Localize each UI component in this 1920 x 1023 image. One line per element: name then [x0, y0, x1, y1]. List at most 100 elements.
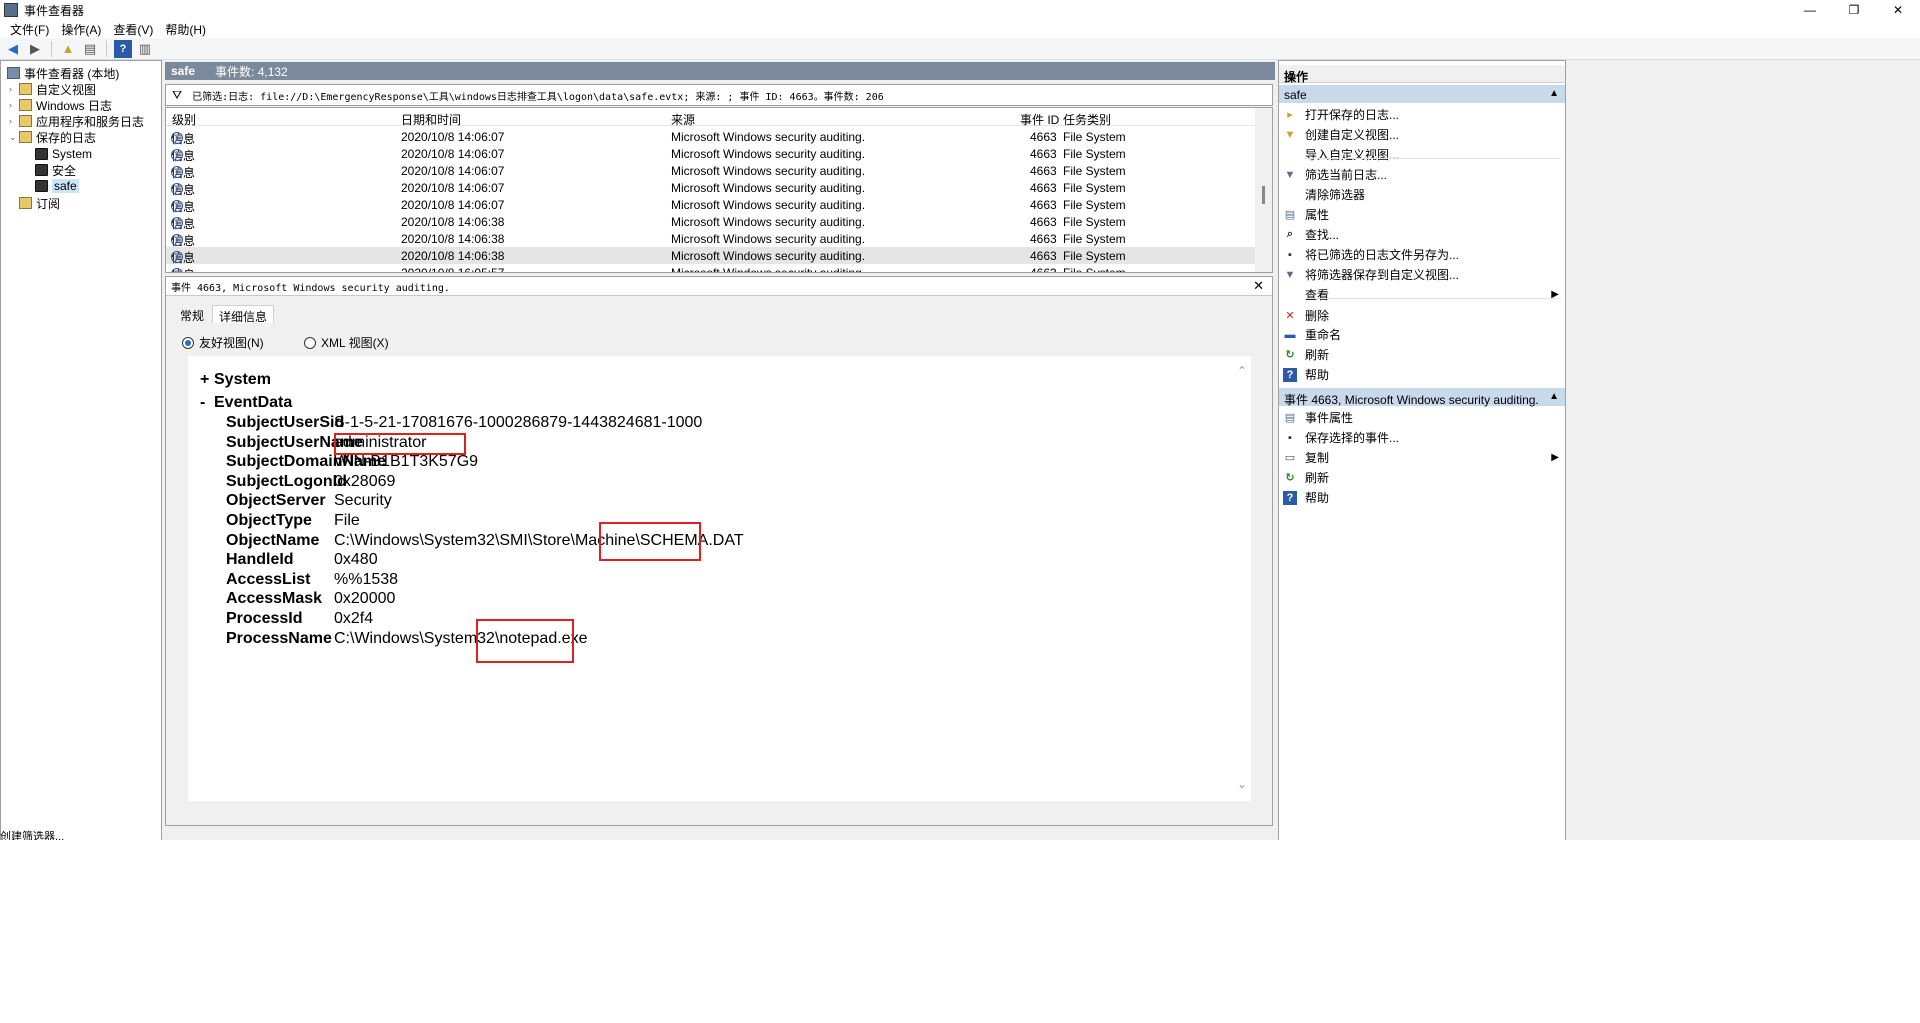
close-button[interactable]: ✕	[1876, 0, 1920, 20]
action-item[interactable]: ▪ 将已筛选的日志文件另存为...	[1283, 245, 1563, 264]
cell-event-id: 4663	[1030, 198, 1057, 212]
collapse-icon[interactable]: ▲	[1549, 391, 1559, 402]
table-scrollbar[interactable]	[1255, 108, 1272, 272]
expand-icon[interactable]: ›	[9, 100, 19, 110]
field-key: ProcessName	[226, 629, 332, 647]
action-item[interactable]: ▸ 打开保存的日志...	[1283, 105, 1563, 124]
rename-icon: ▬	[1284, 328, 1296, 341]
action-item[interactable]: ▪ 保存选择的事件...	[1283, 428, 1563, 447]
cell-event-id: 4663	[1030, 266, 1057, 273]
action-item[interactable]: ? 帮助	[1283, 488, 1563, 507]
table-row[interactable]: i 信息 2020/10/8 14:06:07 Microsoft Windows s…	[166, 128, 1256, 146]
action-item[interactable]: ▭ 复制 ▶	[1283, 448, 1563, 467]
expand-icon[interactable]: ›	[9, 116, 19, 126]
filter-text: 已筛选:日志: file://D:\EmergencyResponse\工具\w…	[192, 91, 884, 103]
folder-icon	[19, 115, 32, 127]
tree-root[interactable]: 事件查看器 (本地)	[7, 65, 119, 81]
clear-filter-icon	[1283, 188, 1297, 202]
expand-icon[interactable]: ›	[9, 84, 19, 94]
table-row[interactable]: i 信息 2020/10/8 14:06:07 Microsoft Windows s…	[166, 196, 1256, 214]
radio-friendly-view[interactable]: 友好视图(N)	[182, 334, 264, 351]
action-item[interactable]: ↻ 刷新	[1283, 468, 1563, 487]
maximize-button[interactable]: ❐	[1832, 0, 1876, 20]
action-item[interactable]: ? 帮助	[1283, 365, 1563, 384]
cell-level: i信息	[171, 266, 195, 272]
tree-item-saved-security[interactable]: 安全	[35, 162, 76, 178]
collapse-icon[interactable]: ▲	[1549, 88, 1559, 99]
cell-datetime: 2020/10/8 14:06:38	[401, 215, 505, 229]
filter-bar: ⛛ 已筛选:日志: file://D:\EmergencyResponse\工具…	[165, 84, 1273, 106]
minimize-button[interactable]: —	[1788, 0, 1832, 20]
action-item[interactable]: ✕ 删除	[1283, 306, 1563, 325]
forward-arrow-icon[interactable]: ▶	[26, 40, 44, 58]
table-row[interactable]: i信息 2020/10/8 16:05:57 Microsoft Windows s…	[166, 264, 1256, 273]
tree-item-windows-logs[interactable]: › Windows 日志	[9, 97, 112, 113]
field-key: ObjectServer	[226, 492, 326, 510]
scroll-up-icon[interactable]: ⌃	[1237, 364, 1247, 378]
scroll-down-icon[interactable]: ⌄	[1237, 777, 1247, 791]
table-row[interactable]: i 信息 2020/10/8 14:06:38 Microsoft Windows s…	[166, 247, 1256, 265]
action-item[interactable]: ▤ 事件属性	[1283, 408, 1563, 427]
field-key: ObjectType	[226, 512, 312, 529]
menu-help[interactable]: 帮助(H)	[159, 21, 212, 38]
collapse-icon[interactable]: ⌄	[9, 132, 19, 143]
field-key: ProcessId	[226, 610, 303, 627]
radio-xml-view[interactable]: XML 视图(X)	[304, 334, 389, 351]
cell-source: Microsoft Windows security auditing.	[671, 249, 866, 263]
tree-item-saved-logs[interactable]: ⌄ 保存的日志	[9, 129, 96, 145]
table-row[interactable]: i 信息 2020/10/8 14:06:07 Microsoft Windows s…	[166, 179, 1256, 197]
action-pane-icon[interactable]: ▥	[136, 40, 154, 58]
import-view-icon	[1283, 148, 1297, 162]
toolbar-separator	[51, 40, 52, 57]
action-item[interactable]: ▼ 将筛选器保存到自定义视图...	[1283, 265, 1563, 284]
action-item[interactable]: ▼ 创建自定义视图...	[1283, 125, 1563, 144]
action-item[interactable]: ▤ 属性	[1283, 205, 1563, 224]
action-item[interactable]: ↻ 刷新	[1283, 345, 1563, 364]
tree-item-saved-safe[interactable]: safe	[35, 178, 79, 194]
action-item[interactable]: 导入自定义视图...	[1283, 145, 1563, 164]
table-row[interactable]: i 信息 2020/10/8 14:06:07 Microsoft Windows s…	[166, 162, 1256, 180]
column-datetime[interactable]: 日期和时间	[401, 111, 461, 128]
help-icon[interactable]: ?	[114, 39, 132, 58]
tree-item-subscriptions[interactable]: 订阅	[19, 195, 60, 211]
expand-icon[interactable]: +	[200, 371, 214, 389]
event-detail-panel: 事件 4663, Microsoft Windows security audi…	[165, 276, 1273, 826]
separator	[1305, 298, 1561, 299]
section-system[interactable]: + System	[200, 371, 271, 389]
menu-action[interactable]: 操作(A)	[55, 21, 107, 38]
scrollbar-thumb[interactable]	[1262, 186, 1265, 204]
radio-selected-icon	[182, 336, 194, 349]
field-value: File	[334, 512, 360, 529]
column-level[interactable]: 级别	[172, 111, 196, 128]
tree-item-custom-views[interactable]: › 自定义视图	[9, 81, 96, 97]
section-eventdata[interactable]: - EventData	[200, 394, 292, 412]
column-task[interactable]: 任务类别	[1063, 111, 1111, 128]
table-row[interactable]: i 信息 2020/10/8 14:06:38 Microsoft Windows s…	[166, 213, 1256, 231]
tab-general[interactable]: 常规	[174, 305, 210, 323]
action-item[interactable]: ▬ 重命名	[1283, 325, 1563, 344]
show-hide-tree-icon[interactable]: ▤	[81, 40, 99, 58]
table-row[interactable]: i 信息 2020/10/8 14:06:07 Microsoft Windows s…	[166, 145, 1256, 163]
action-item[interactable]: 查看 ▶	[1283, 285, 1563, 304]
field-value: 0x20000	[334, 590, 396, 608]
collapse-icon[interactable]: -	[200, 394, 214, 412]
column-source[interactable]: 来源	[671, 111, 695, 128]
tree-item-app-service-logs[interactable]: › 应用程序和服务日志	[9, 113, 144, 129]
actions-section-safe[interactable]: safe ▲	[1279, 85, 1565, 103]
tree-item-saved-system[interactable]: System	[35, 146, 92, 162]
back-arrow-icon[interactable]: ◀	[4, 40, 22, 58]
menu-file[interactable]: 文件(F)	[4, 21, 55, 38]
cell-datetime: 2020/10/8 14:06:07	[401, 130, 505, 144]
action-item[interactable]: ⌕ 查找...	[1283, 225, 1563, 244]
tab-details[interactable]: 详细信息	[212, 305, 275, 324]
close-icon[interactable]: ✕	[1253, 279, 1264, 294]
action-item[interactable]: 清除筛选器	[1283, 185, 1563, 204]
table-row[interactable]: i 信息 2020/10/8 14:06:38 Microsoft Windows s…	[166, 230, 1256, 248]
column-event-id[interactable]: 事件 ID	[1020, 111, 1059, 128]
action-item[interactable]: ▼ 筛选当前日志...	[1283, 165, 1563, 184]
cell-source: Microsoft Windows security auditing.	[671, 147, 866, 161]
copy-icon: ▭	[1284, 452, 1296, 464]
menu-view[interactable]: 查看(V)	[107, 21, 159, 38]
actions-section-event[interactable]: 事件 4663, Microsoft Windows security audi…	[1279, 388, 1565, 407]
up-folder-icon[interactable]: ▲	[59, 40, 77, 58]
